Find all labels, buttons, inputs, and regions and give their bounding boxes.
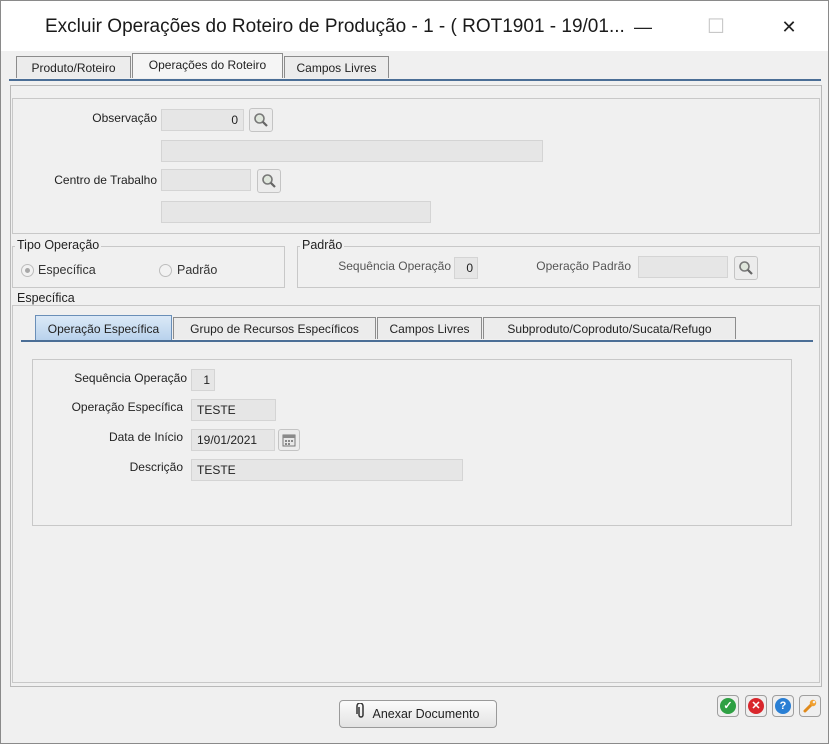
anexar-documento-button[interactable]: Anexar Documento bbox=[339, 700, 497, 728]
data-inicio-label: Data de Início bbox=[108, 430, 183, 444]
operacao-padrao-field[interactable] bbox=[638, 256, 728, 278]
maximize-button[interactable]: ☐ bbox=[696, 11, 736, 43]
tab-produto-roteiro[interactable]: Produto/Roteiro bbox=[16, 56, 131, 78]
minimize-button[interactable]: — bbox=[623, 11, 663, 43]
tipo-operacao-legend: Tipo Operação bbox=[15, 238, 102, 252]
calendar-button[interactable] bbox=[278, 429, 300, 451]
tab-operacao-especifica[interactable]: Operação Específica bbox=[35, 315, 172, 341]
anexar-documento-label: Anexar Documento bbox=[372, 707, 480, 721]
tab-subproduto[interactable]: Subproduto/Coproduto/Sucata/Refugo bbox=[483, 317, 736, 339]
observacao-label: Observação bbox=[92, 111, 157, 125]
radio-padrao[interactable] bbox=[159, 264, 172, 277]
help-button[interactable]: ? bbox=[772, 695, 794, 717]
window-title: Excluir Operações do Roteiro de Produção… bbox=[45, 16, 625, 37]
help-icon: ? bbox=[775, 698, 791, 714]
radio-especifica[interactable] bbox=[21, 264, 34, 277]
centro-trabalho-lookup-button[interactable] bbox=[257, 169, 281, 193]
padrao-sequencia-field[interactable]: 0 bbox=[454, 257, 478, 279]
centro-trabalho-field[interactable] bbox=[161, 169, 251, 191]
observacao-lookup-button[interactable] bbox=[249, 108, 273, 132]
settings-button[interactable] bbox=[799, 695, 821, 717]
paperclip-icon bbox=[356, 702, 366, 728]
radio-especifica-label: Específica bbox=[38, 263, 96, 277]
sequencia-operacao-field[interactable]: 1 bbox=[191, 369, 215, 391]
search-icon bbox=[254, 113, 268, 127]
title-bar: Excluir Operações do Roteiro de Produção… bbox=[1, 1, 828, 51]
especifica-tab-divider bbox=[21, 340, 813, 342]
close-button[interactable]: ✕ bbox=[769, 11, 809, 43]
wrench-icon bbox=[803, 699, 817, 713]
descricao-label: Descrição bbox=[129, 460, 183, 474]
radio-padrao-label: Padrão bbox=[177, 263, 218, 277]
close-icon: ✕ bbox=[748, 698, 764, 714]
observacao-field[interactable]: 0 bbox=[161, 109, 244, 131]
observacao-description bbox=[161, 140, 543, 162]
tab-grupo-recursos[interactable]: Grupo de Recursos Específicos bbox=[173, 317, 376, 339]
tab-operacoes-roteiro[interactable]: Operações do Roteiro bbox=[132, 53, 283, 78]
especifica-legend: Específica bbox=[15, 291, 77, 305]
operacao-especifica-field[interactable]: TESTE bbox=[191, 399, 276, 421]
centro-trabalho-label: Centro de Trabalho bbox=[54, 173, 157, 187]
descricao-field[interactable]: TESTE bbox=[191, 459, 463, 481]
confirm-button[interactable]: ✓ bbox=[717, 695, 739, 717]
dialog-window: Excluir Operações do Roteiro de Produção… bbox=[0, 0, 829, 744]
calendar-icon bbox=[282, 434, 296, 447]
tab-strip-divider bbox=[9, 79, 821, 81]
operacao-padrao-lookup-button[interactable] bbox=[734, 256, 758, 280]
sequencia-operacao-label: Sequência Operação bbox=[74, 371, 187, 385]
operacao-especifica-label: Operação Específica bbox=[71, 400, 183, 414]
data-inicio-field[interactable]: 19/01/2021 bbox=[191, 429, 275, 451]
check-icon: ✓ bbox=[720, 698, 736, 714]
padrao-sequencia-label: Sequência Operação bbox=[338, 259, 451, 273]
centro-trabalho-description bbox=[161, 201, 431, 223]
cancel-button[interactable]: ✕ bbox=[745, 695, 767, 717]
search-icon bbox=[262, 174, 276, 188]
tab-campos-livres-especifica[interactable]: Campos Livres bbox=[377, 317, 482, 339]
operacao-padrao-label: Operação Padrão bbox=[536, 259, 631, 273]
tab-campos-livres[interactable]: Campos Livres bbox=[284, 56, 389, 78]
padrao-legend: Padrão bbox=[300, 238, 345, 252]
search-icon bbox=[739, 261, 753, 275]
